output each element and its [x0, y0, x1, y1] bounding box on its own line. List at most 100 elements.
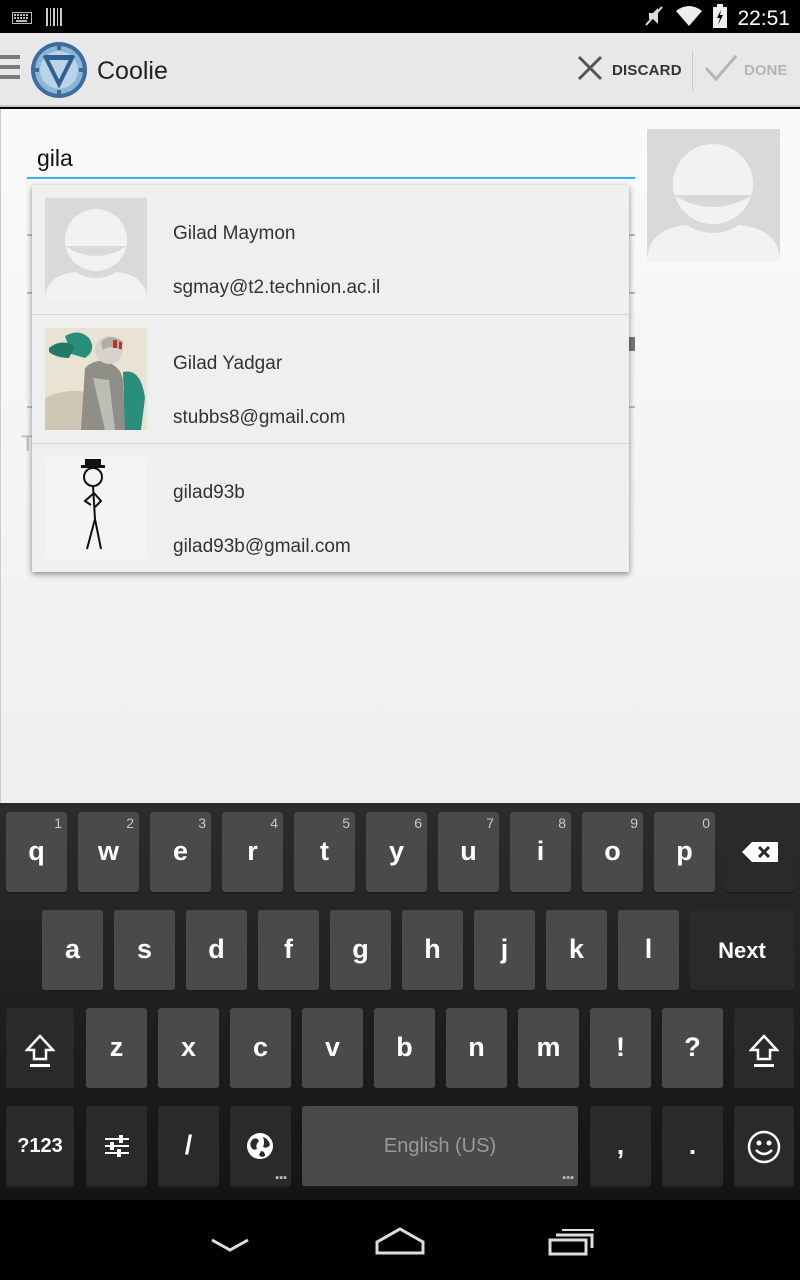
key-label: , — [616, 1130, 625, 1160]
key-label: f — [284, 934, 293, 964]
done-button[interactable]: DONE — [704, 33, 800, 107]
key-label: h — [424, 934, 441, 964]
key-l[interactable]: l — [618, 910, 679, 990]
contact-suggestions-dropdown: Gilad Maymon sgmay@t2.technion.ac.il Gil… — [32, 185, 629, 572]
suggestion-item[interactable]: Gilad Yadgar stubbs8@gmail.com — [32, 314, 629, 443]
suggestion-name: gilad93b — [173, 482, 245, 503]
space-key[interactable]: English (US) ▪▪▪ — [302, 1106, 578, 1186]
key-r[interactable]: 4r — [222, 812, 283, 892]
key-slash[interactable]: / — [158, 1106, 219, 1186]
key-label: / — [184, 1130, 193, 1160]
suggestion-item[interactable]: gilad93b gilad93b@gmail.com — [32, 443, 629, 572]
key-w[interactable]: 2w — [78, 812, 139, 892]
key-i[interactable]: 8i — [510, 812, 571, 892]
contact-photo[interactable] — [647, 129, 780, 262]
key-q[interactable]: 1q — [6, 812, 67, 892]
key-y[interactable]: 6y — [366, 812, 427, 892]
key-label: j — [500, 934, 509, 964]
key-comma[interactable]: , — [590, 1106, 651, 1186]
close-icon — [576, 54, 604, 87]
default-avatar-icon — [45, 198, 147, 300]
key-hint: 1 — [54, 815, 62, 831]
key-label: y — [388, 836, 405, 866]
suggestion-name: Gilad Yadgar — [173, 353, 283, 374]
key-g[interactable]: g — [330, 910, 391, 990]
action-bar: Coolie DISCARD DONE — [0, 33, 800, 107]
shift-right-key[interactable] — [734, 1008, 794, 1088]
shift-icon — [748, 1034, 780, 1073]
language-key[interactable]: ▪▪▪ — [230, 1106, 291, 1186]
key-d[interactable]: d — [186, 910, 247, 990]
key-label: ? — [684, 1032, 701, 1062]
key-e[interactable]: 3e — [150, 812, 211, 892]
suggestion-name: Gilad Maymon — [173, 223, 296, 244]
key-a[interactable]: a — [42, 910, 103, 990]
home-icon[interactable] — [374, 1226, 426, 1261]
key-j[interactable]: j — [474, 910, 535, 990]
backspace-icon — [742, 842, 778, 867]
key-x[interactable]: x — [158, 1008, 219, 1088]
globe-icon — [245, 1131, 275, 1166]
key-hint: 0 — [702, 815, 710, 831]
key-u[interactable]: 7u — [438, 812, 499, 892]
key-period[interactable]: . — [662, 1106, 723, 1186]
app-logo[interactable] — [30, 41, 88, 99]
key-c[interactable]: c — [230, 1008, 291, 1088]
check-icon — [704, 54, 738, 87]
key-o[interactable]: 9o — [582, 812, 643, 892]
recent-apps-icon[interactable] — [546, 1228, 596, 1261]
key-hint: 8 — [558, 815, 566, 831]
shift-left-key[interactable] — [6, 1008, 74, 1088]
keyboard-notification-icon — [12, 11, 32, 29]
sliders-icon — [105, 1135, 129, 1162]
key-z[interactable]: z — [86, 1008, 147, 1088]
key-exclamation[interactable]: ! — [590, 1008, 651, 1088]
key-label: x — [180, 1032, 197, 1062]
key-v[interactable]: v — [302, 1008, 363, 1088]
clock: 22:51 — [737, 6, 790, 30]
suggestion-item[interactable]: Gilad Maymon sgmay@t2.technion.ac.il — [32, 185, 629, 314]
key-f[interactable]: f — [258, 910, 319, 990]
key-h[interactable]: h — [402, 910, 463, 990]
key-question[interactable]: ? — [662, 1008, 723, 1088]
next-key[interactable]: Next — [690, 910, 794, 990]
battery-icon — [713, 4, 728, 33]
settings-key[interactable] — [86, 1106, 147, 1186]
back-hide-keyboard-icon[interactable] — [208, 1236, 252, 1261]
key-label: s — [136, 934, 153, 964]
key-label: o — [604, 836, 621, 866]
key-hint: 7 — [486, 815, 494, 831]
more-options-indicator: ▪▪▪ — [562, 1172, 574, 1184]
key-label: r — [247, 836, 258, 866]
key-label: d — [208, 934, 225, 964]
emoji-key[interactable] — [734, 1106, 794, 1186]
key-label: m — [536, 1032, 561, 1062]
app-title: Coolie — [97, 57, 168, 85]
backspace-key[interactable] — [726, 812, 794, 892]
key-label: q — [28, 836, 45, 866]
key-label: Next — [718, 938, 766, 963]
key-p[interactable]: 0p — [654, 812, 715, 892]
key-label: i — [536, 836, 545, 866]
key-label: a — [64, 934, 81, 964]
smiley-icon — [747, 1130, 781, 1169]
key-n[interactable]: n — [446, 1008, 507, 1088]
navigation-bar — [0, 1200, 800, 1280]
key-label: p — [676, 836, 693, 866]
key-k[interactable]: k — [546, 910, 607, 990]
key-label: z — [109, 1032, 124, 1062]
key-t[interactable]: 5t — [294, 812, 355, 892]
discard-button[interactable]: DISCARD — [576, 33, 692, 107]
drawer-menu-icon[interactable] — [0, 55, 22, 85]
key-b[interactable]: b — [374, 1008, 435, 1088]
key-s[interactable]: s — [114, 910, 175, 990]
key-label: English (US) — [383, 1135, 497, 1157]
key-m[interactable]: m — [518, 1008, 579, 1088]
symbols-key[interactable]: ?123 — [6, 1106, 74, 1186]
illustrated-portrait-icon — [45, 328, 147, 430]
suggestion-email: stubbs8@gmail.com — [173, 407, 346, 428]
key-hint: 9 — [630, 815, 638, 831]
name-input[interactable] — [27, 139, 635, 179]
key-hint: 4 — [270, 815, 278, 831]
status-bar: 22:51 — [0, 0, 800, 33]
